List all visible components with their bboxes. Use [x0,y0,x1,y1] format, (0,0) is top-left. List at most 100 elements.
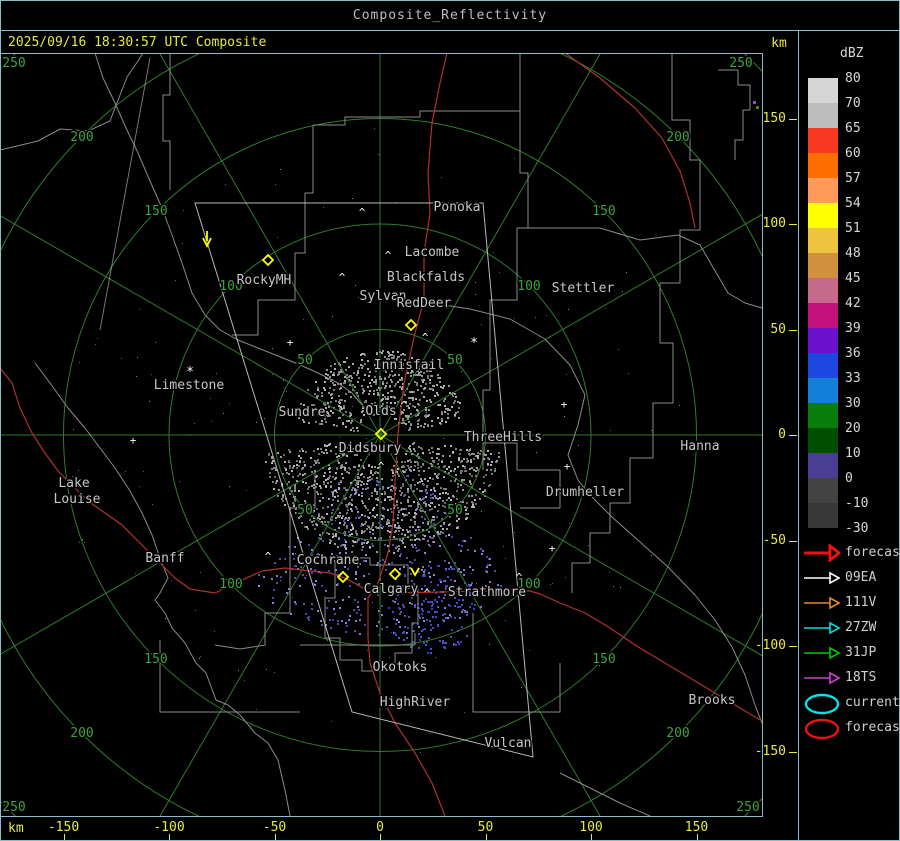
right-axis-tick [789,435,797,436]
legend-item-label: forecast [845,545,900,560]
frame-titlebar-bottom [0,30,900,31]
city-label: Strathmore [448,585,526,600]
colorscale-block [808,253,838,278]
city-label: Innisfail [374,358,444,373]
city-label: Banff [145,551,184,566]
colorscale-block [808,78,838,103]
bottom-axis-tick-label: -50 [262,820,287,835]
legend-item-label: 18TS [845,670,877,685]
colorscale-block [808,478,838,503]
city-label: Brooks [689,693,736,708]
27ZW-arrow-icon [802,619,841,637]
legend-item-label: 111V [845,595,877,610]
colorscale-value: 65 [845,121,861,136]
caret-marker: ^ [378,460,385,473]
colorscale-value: 70 [845,96,861,111]
colorscale-block [808,178,838,203]
legend-item-label: current [845,695,900,710]
plus-marker: + [287,336,294,349]
ring-distance-label: 200 [666,130,689,145]
colorscale-value: 30 [845,396,861,411]
city-label: Limestone [154,378,225,393]
colorscale-block [808,203,838,228]
city-label: Lake [58,476,89,491]
colorscale-block [808,503,838,528]
18TS-arrow-icon [802,669,841,687]
colorscale-value: 60 [845,146,861,161]
city-label: Louise [54,492,101,507]
city-label: RockyMH [237,273,292,288]
bottom-axis-tick-label: 50 [477,820,494,835]
caret-marker: ^ [265,550,272,563]
caret-marker: ^ [339,271,346,284]
colorscale-value: 42 [845,296,861,311]
city-label: Hanna [680,439,719,454]
right-axis-tick [789,646,797,647]
colorscale-value: 10 [845,446,861,461]
plus-marker: + [549,542,556,555]
right-axis-tick [789,540,797,542]
right-axis-tick [789,118,797,120]
bottom-axis-tick-label: 100 [579,820,603,835]
111V-arrow-icon [802,594,841,612]
colorscale-value: 80 [845,71,861,86]
ring-distance-label: 250 [2,800,25,815]
radar-map[interactable]: 50 5050 50100 100100 100150 150150 150200 20020… [0,53,763,817]
plus-marker: + [130,434,137,447]
ring-distance-label: 50 [297,503,313,518]
colorscale-value: 39 [845,321,861,336]
right-axis-tick [789,751,797,753]
city-label: ThreeHills [464,430,542,445]
colorscale-value: -10 [845,496,869,511]
city-label: Vulcan [485,736,532,751]
city-label: Drumheller [546,485,624,500]
ring-distance-label: 250 [729,56,752,71]
colorscale-value: -30 [845,521,869,536]
plus-marker: + [564,460,571,473]
colorscale-value: 45 [845,271,861,286]
city-label: Didsbury [339,441,402,456]
legend-item-label: forecast [845,720,900,735]
ring-distance-label: 50 [447,503,463,518]
ring-distance-label: 150 [144,652,167,667]
colorscale-value: 20 [845,421,861,436]
colorscale-value: 33 [845,371,861,386]
09EA-arrow-icon [802,569,841,587]
window-title: Composite_Reflectivity [352,8,548,23]
bottom-axis-tick-label: 0 [376,820,384,835]
colorscale-block [808,453,838,478]
colorscale-value: 54 [845,196,861,211]
colorscale-value: 0 [845,471,853,486]
forecast-arrow-icon [802,542,842,564]
city-label: Ponoka [434,200,481,215]
ring-distance-label: 200 [666,726,689,741]
colorscale-value: 36 [845,346,861,361]
city-label: Olds [365,404,396,419]
forecast-ellipse-icon [802,717,844,741]
ring-distance-label: 50 [297,353,313,368]
caret-marker: ^ [332,488,339,501]
ring-distance-label: 150 [144,204,167,219]
colorscale-block [808,328,838,353]
caret-marker: ^ [359,206,366,219]
colorscale-block [808,128,838,153]
ring-distance-label: 150 [592,204,615,219]
ring-distance-label: 50 [447,353,463,368]
colorscale-value: 48 [845,246,861,261]
colorscale-block [808,228,838,253]
ring-distance-label: 200 [70,130,93,145]
colorscale-block [808,103,838,128]
bottom-axis-tick-label: 150 [684,820,709,835]
colorscale-block [808,403,838,428]
caret-marker: ^ [385,249,392,262]
ring-distance-label: 150 [592,652,615,667]
radar-app-window: { "window": { "title": "Composite_Reflec… [0,0,900,841]
legend-item-label: 31JP [845,645,877,660]
ring-distance-label: 250 [736,800,759,815]
right-axis-unit: km [771,36,787,51]
caret-marker: ^ [401,399,408,412]
bottom-axis-unit: km [8,821,24,836]
right-axis-tick [789,329,797,331]
colorscale-block [808,428,838,453]
bottom-axis-tick-label: -100 [153,820,185,835]
